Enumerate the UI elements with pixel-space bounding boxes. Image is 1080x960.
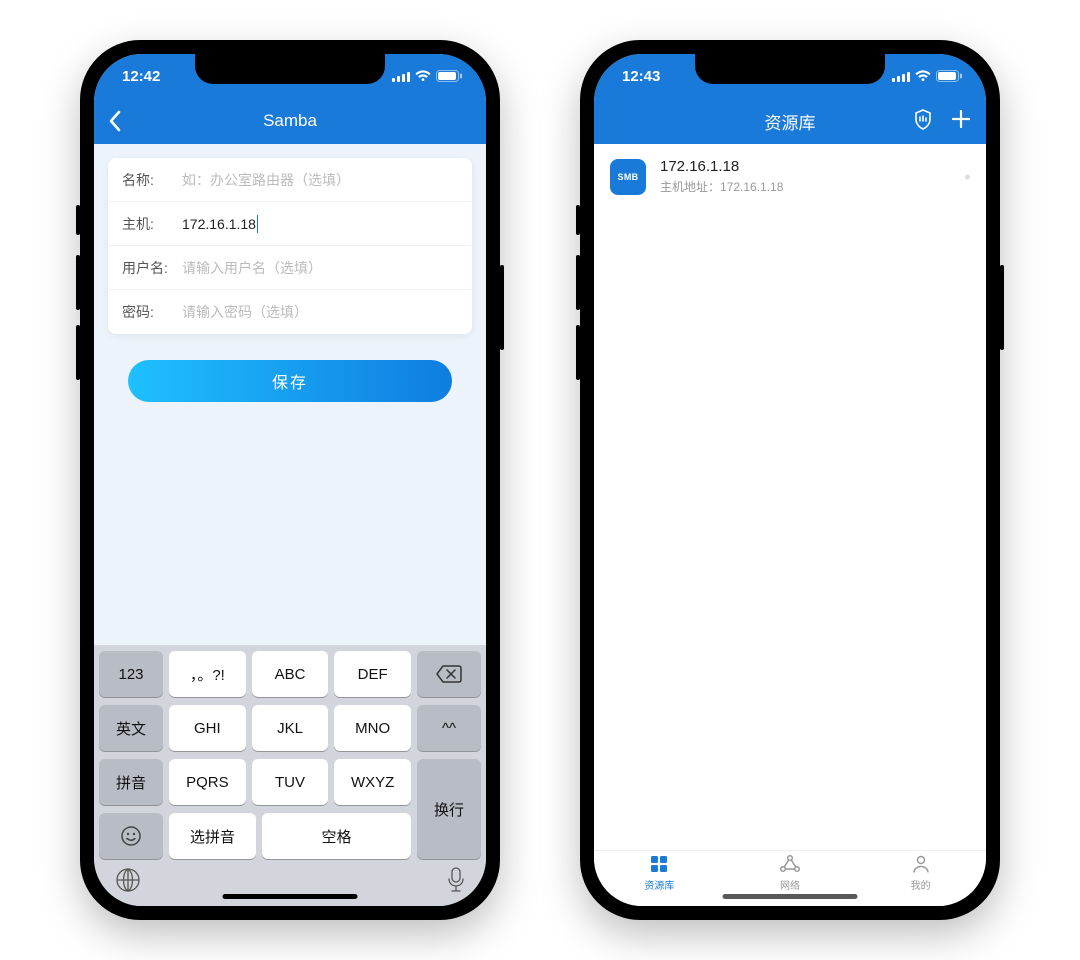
battery-icon xyxy=(936,70,962,82)
notch xyxy=(195,54,385,84)
library-icon xyxy=(648,853,670,875)
notch xyxy=(695,54,885,84)
row-pass[interactable]: 密码: xyxy=(108,290,472,334)
emoji-icon xyxy=(120,825,142,847)
item-subtitle: 主机地址：172.16.1.18 xyxy=(660,178,970,195)
pass-input[interactable] xyxy=(182,304,458,320)
key-pqrs[interactable]: PQRS xyxy=(169,759,246,805)
user-label: 用户名: xyxy=(122,258,182,278)
library-list: SMB 172.16.1.18 主机地址：172.16.1.18 xyxy=(594,144,986,850)
row-host[interactable]: 主机: 172.16.1.18 xyxy=(108,202,472,246)
network-icon xyxy=(778,853,802,875)
shield-icon xyxy=(912,108,934,130)
home-indicator[interactable] xyxy=(223,894,358,899)
battery-icon xyxy=(436,70,462,82)
save-button[interactable]: 保存 xyxy=(128,360,452,402)
key-jkl[interactable]: JKL xyxy=(252,705,329,751)
row-user[interactable]: 用户名: xyxy=(108,246,472,290)
mic-icon xyxy=(447,867,465,893)
mic-button[interactable] xyxy=(447,867,465,898)
nav-bar: Samba xyxy=(94,98,486,144)
name-label: 名称: xyxy=(122,170,182,190)
signal-icon xyxy=(392,71,410,82)
name-input[interactable] xyxy=(182,172,458,188)
profile-icon xyxy=(910,853,932,875)
pass-label: 密码: xyxy=(122,302,182,322)
library-item[interactable]: SMB 172.16.1.18 主机地址：172.16.1.18 xyxy=(594,144,986,209)
key-mode-pinyin[interactable]: 拼音 xyxy=(99,759,163,805)
signal-icon xyxy=(892,71,910,82)
phone-right: 12:43 资源库 SMB 172.16.1.18 xyxy=(580,40,1000,920)
plus-icon xyxy=(950,108,972,130)
nav-title: Samba xyxy=(263,111,317,131)
key-abc[interactable]: ABC xyxy=(252,651,329,697)
wifi-icon xyxy=(915,70,931,82)
status-time: 12:43 xyxy=(622,68,660,85)
globe-icon xyxy=(115,867,141,893)
add-button[interactable] xyxy=(950,108,972,135)
text-cursor xyxy=(257,215,259,233)
backspace-icon xyxy=(436,665,462,683)
key-mode-123[interactable]: 123 xyxy=(99,651,163,697)
key-mode-en[interactable]: 英文 xyxy=(99,705,163,751)
key-ghi[interactable]: GHI xyxy=(169,705,246,751)
tab-network[interactable]: 网络 xyxy=(725,853,856,892)
status-time: 12:42 xyxy=(122,68,160,85)
phone-left: 12:42 Samba 名称: 主机: 172.16.1.18 xyxy=(80,40,500,920)
key-wxyz[interactable]: WXYZ xyxy=(334,759,411,805)
row-name[interactable]: 名称: xyxy=(108,158,472,202)
keyboard: 123 英文 拼音 ，。?! ABC DEF GHI JKL xyxy=(94,645,486,906)
item-title: 172.16.1.18 xyxy=(660,158,970,175)
globe-button[interactable] xyxy=(115,867,141,898)
tab-profile[interactable]: 我的 xyxy=(855,853,986,892)
key-caret[interactable]: ^^ xyxy=(417,705,481,751)
home-indicator[interactable] xyxy=(723,894,858,899)
back-button[interactable] xyxy=(108,98,121,144)
key-punct[interactable]: ，。?! xyxy=(169,651,246,697)
key-backspace[interactable] xyxy=(417,651,481,697)
key-space[interactable]: 空格 xyxy=(262,813,411,859)
tab-library[interactable]: 资源库 xyxy=(594,853,725,892)
key-select-pinyin[interactable]: 选拼音 xyxy=(169,813,256,859)
nav-title: 资源库 xyxy=(765,109,816,134)
nav-bar: 资源库 xyxy=(594,98,986,144)
wifi-icon xyxy=(415,70,431,82)
smb-badge-icon: SMB xyxy=(610,159,646,195)
host-value: 172.16.1.18 xyxy=(182,216,256,232)
form-area: 名称: 主机: 172.16.1.18 用户名: 密码: 保存 xyxy=(94,144,486,645)
key-emoji[interactable] xyxy=(99,813,163,859)
chevron-left-icon xyxy=(108,110,121,132)
form-card: 名称: 主机: 172.16.1.18 用户名: 密码: xyxy=(108,158,472,334)
user-input[interactable] xyxy=(182,260,458,276)
key-def[interactable]: DEF xyxy=(334,651,411,697)
key-tuv[interactable]: TUV xyxy=(252,759,329,805)
key-enter[interactable]: 换行 xyxy=(417,759,481,859)
key-mno[interactable]: MNO xyxy=(334,705,411,751)
shield-button[interactable] xyxy=(912,108,934,135)
host-label: 主机: xyxy=(122,214,182,234)
more-icon[interactable] xyxy=(965,174,970,179)
